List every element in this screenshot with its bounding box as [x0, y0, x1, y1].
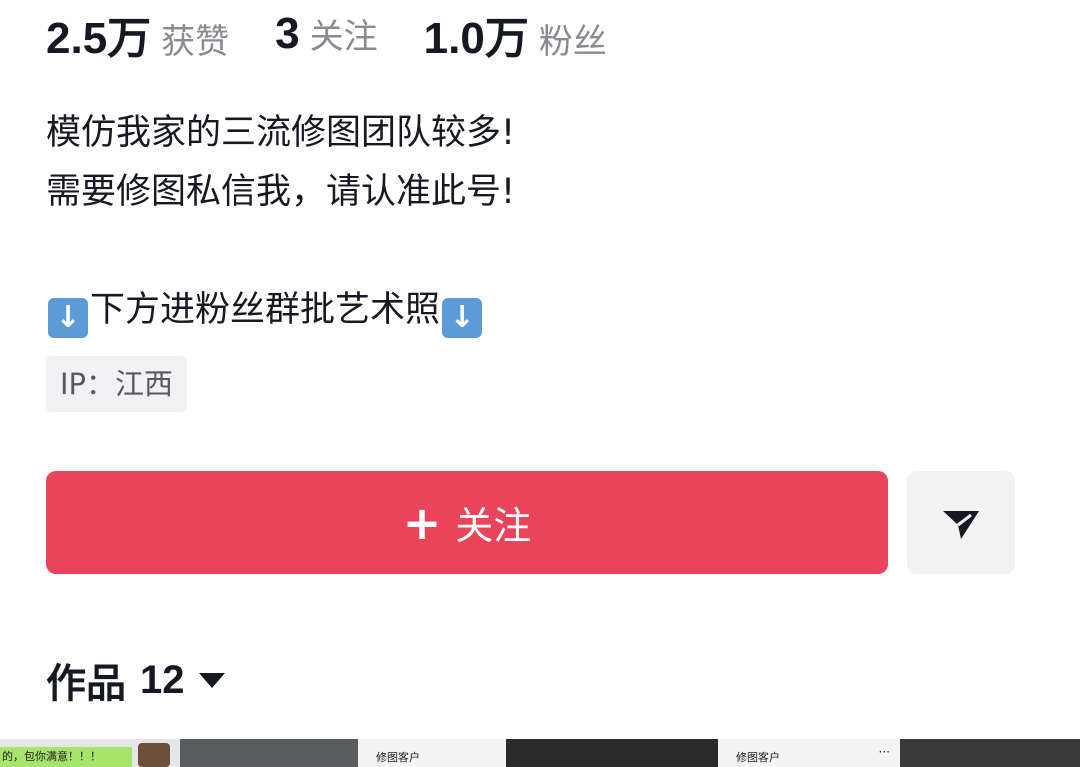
bio-line-1: 模仿我家的三流修图团队较多! [46, 113, 516, 153]
stat-following[interactable]: 3 关注 [275, 9, 377, 59]
ip-location-tag: IP：江西 [46, 356, 188, 412]
work-thumbnail[interactable]: 的，包你满意！！！ [0, 739, 180, 767]
chat-bubble: 的，包你满意！！！ [0, 747, 132, 767]
thumbnail-caption: 修图客户 [376, 751, 420, 764]
profile-bio: 模仿我家的三流修图团队较多! 需要修图私信我，请认准此号! ↓ 下方进粉丝群批艺术… [46, 104, 515, 340]
caret-down-icon [198, 672, 225, 688]
works-count: 12 [140, 657, 185, 702]
follow-button[interactable]: + 关注 [46, 471, 888, 574]
plus-icon: + [402, 495, 442, 550]
stat-likes-value: 2.5万 [46, 14, 152, 63]
more-icon: ··· [878, 745, 890, 759]
stat-followers[interactable]: 1.0万 粉丝 [424, 2, 607, 66]
works-tab[interactable]: 作品 12 [46, 652, 225, 708]
work-thumbnail[interactable] [900, 739, 1080, 767]
stat-followers-label: 粉丝 [538, 22, 607, 62]
stat-following-value: 3 [275, 9, 300, 58]
works-grid: 的，包你满意！！！ 修图客户 修图客户 ··· [0, 739, 1080, 767]
bio-spacer [46, 222, 515, 281]
stat-following-label: 关注 [309, 17, 378, 57]
work-thumbnail[interactable]: 修图客户 [358, 739, 506, 767]
profile-stats: 2.5万 获赞 3 关注 1.0万 粉丝 [46, 6, 653, 63]
bio-line-2: 需要修图私信我，请认准此号! [46, 172, 516, 212]
follow-button-label: 关注 [455, 504, 532, 548]
arrow-down-icon: ↓ [48, 298, 88, 338]
bio-line-3-row: ↓ 下方进粉丝群批艺术照 ↓ [46, 281, 515, 340]
stat-followers-value: 1.0万 [423, 14, 529, 63]
works-label: 作品 [46, 661, 126, 707]
work-thumbnail[interactable] [506, 739, 718, 767]
work-thumbnail[interactable] [180, 739, 358, 767]
work-thumbnail[interactable]: 修图客户 ··· [718, 739, 900, 767]
arrow-down-icon: ↓ [442, 298, 483, 338]
stat-likes-label: 获赞 [161, 22, 230, 62]
stat-likes[interactable]: 2.5万 获赞 [46, 2, 229, 66]
send-icon [943, 510, 979, 539]
thumbnail-caption: 修图客户 [736, 751, 780, 764]
share-button[interactable] [907, 471, 1015, 574]
bio-line-3: 下方进粉丝群批艺术照 [90, 290, 441, 330]
avatar [138, 743, 170, 767]
